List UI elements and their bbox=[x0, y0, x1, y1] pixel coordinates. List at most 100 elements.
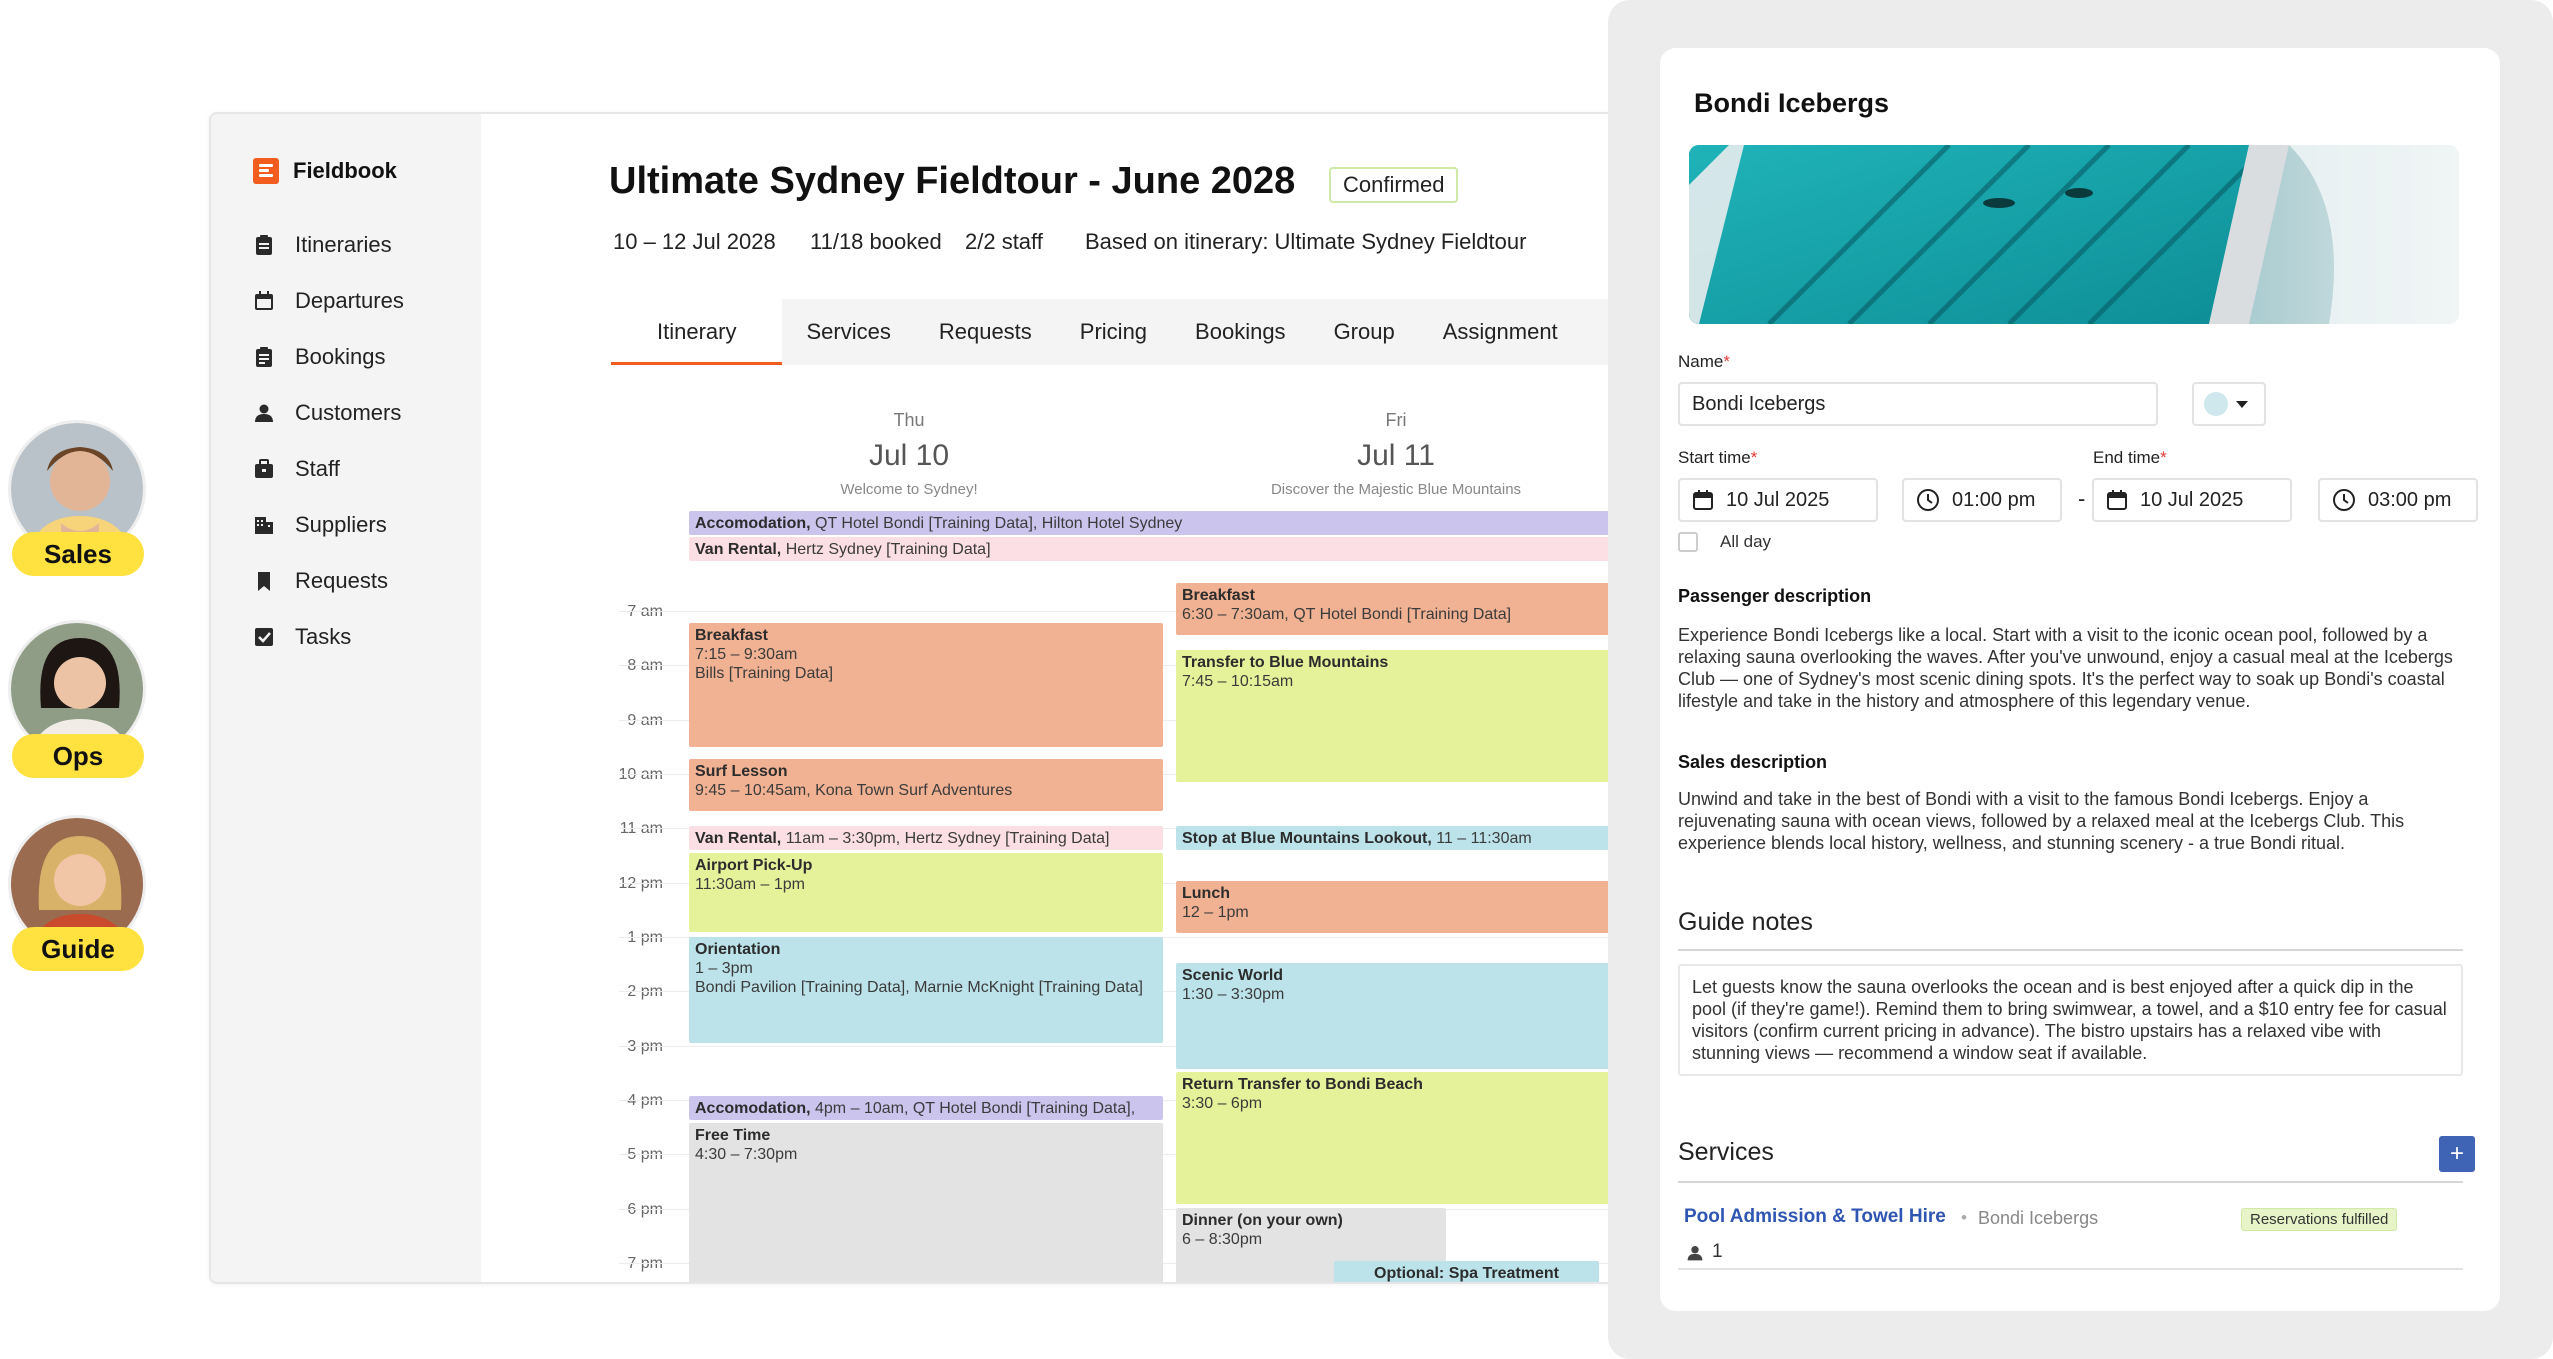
event-title: Optional: Spa Treatment bbox=[1374, 1265, 1559, 1282]
start-time-field[interactable]: 01:00 pm bbox=[1902, 478, 2062, 522]
separator-dot: • bbox=[1961, 1208, 1967, 1227]
event-title: Breakfast bbox=[1182, 587, 1255, 604]
hour-label: 5 pm bbox=[627, 1146, 663, 1163]
calendar-event[interactable]: Transfer to Blue Mountains 7:45 – 10:15am bbox=[1176, 650, 1627, 782]
calendar-event[interactable]: Return Transfer to Bondi Beach 3:30 – 6pm bbox=[1176, 1072, 1627, 1204]
sales-description-text[interactable]: Unwind and take in the best of Bondi wit… bbox=[1678, 788, 2468, 854]
calendar-icon bbox=[1693, 490, 1713, 510]
event-time: 7:15 – 9:30am bbox=[695, 646, 798, 663]
passenger-description-text[interactable]: Experience Bondi Icebergs like a local. … bbox=[1678, 624, 2468, 712]
start-date-field[interactable]: 10 Jul 2025 bbox=[1678, 478, 1878, 522]
detail-panel: Bondi Icebergs Name* Bondi Icebergs Star… bbox=[1660, 48, 2500, 1311]
label-text: Start time bbox=[1678, 448, 1751, 467]
hour-label: 9 am bbox=[627, 712, 663, 729]
event-title: Breakfast bbox=[695, 627, 768, 644]
event-time: 9:45 – 10:45am, bbox=[695, 782, 811, 799]
end-time-field[interactable]: 03:00 pm bbox=[2318, 478, 2478, 522]
hour-label: 1 pm bbox=[627, 929, 663, 946]
person-icon bbox=[1687, 1246, 1703, 1261]
event-title: Surf Lesson bbox=[695, 763, 788, 780]
event-detail: Bills [Training Data] bbox=[695, 665, 834, 682]
hour-label: 6 pm bbox=[627, 1201, 663, 1218]
calendar-event[interactable]: Scenic World 1:30 – 3:30pm bbox=[1176, 963, 1627, 1069]
hour-label: 10 am bbox=[618, 766, 663, 783]
name-label: Name* bbox=[1678, 352, 1730, 372]
calendar-event[interactable]: Stop at Blue Mountains Lookout, 11 – 11:… bbox=[1176, 826, 1627, 850]
clock-icon bbox=[1917, 489, 1939, 511]
end-date-field[interactable]: 10 Jul 2025 bbox=[2092, 478, 2292, 522]
hour-label: 12 pm bbox=[618, 875, 663, 892]
calendar-event[interactable]: Surf Lesson 9:45 – 10:45am, Kona Town Sur… bbox=[689, 759, 1163, 811]
end-date-value: 10 Jul 2025 bbox=[2140, 488, 2244, 511]
event-title: Van Rental, bbox=[695, 830, 782, 847]
divider bbox=[1678, 949, 2463, 951]
event-title: Orientation bbox=[695, 941, 781, 958]
start-time-value: 01:00 pm bbox=[1952, 488, 2036, 511]
calendar-event[interactable]: Accomodation, 4pm – 10am, QT Hotel Bondi… bbox=[689, 1096, 1163, 1120]
event-time: 1:30 – 3:30pm bbox=[1182, 986, 1285, 1003]
event-time: 1 – 3pm bbox=[695, 960, 753, 977]
event-detail: Bondi Pavilion [Training Data], Marnie M… bbox=[695, 979, 1143, 996]
hour-label: 11 am bbox=[619, 820, 663, 837]
guide-notes-field[interactable]: Let guests know the sauna overlooks the … bbox=[1678, 964, 2463, 1076]
event-time: 3:30 – 6pm bbox=[1182, 1095, 1263, 1112]
calendar-event[interactable]: Breakfast 7:15 – 9:30am Bills [Training Da… bbox=[689, 623, 1163, 747]
add-service-button[interactable]: + bbox=[2439, 1136, 2475, 1172]
chevron-down-icon bbox=[2236, 400, 2248, 408]
app-window: Fieldbook Itineraries Departures Booking… bbox=[209, 112, 1629, 1284]
event-time: 11 – 11:30am bbox=[1431, 830, 1532, 847]
color-picker[interactable] bbox=[2192, 382, 2266, 426]
all-day-label: All day bbox=[1720, 532, 1772, 551]
event-title: Dinner (on your own) bbox=[1182, 1212, 1343, 1229]
service-supplier: Bondi Icebergs bbox=[1978, 1208, 2099, 1228]
hour-label: 7 pm bbox=[627, 1255, 663, 1272]
passenger-description-heading: Passenger description bbox=[1678, 586, 1872, 606]
event-title: Return Transfer to Bondi Beach bbox=[1182, 1076, 1423, 1093]
role-ops: Ops bbox=[8, 620, 146, 780]
event-time: 4:30 – 7:30pm bbox=[695, 1146, 798, 1163]
calendar-event[interactable]: Van Rental, 11am – 3:30pm, Hertz Sydney … bbox=[689, 826, 1163, 850]
calendar-event[interactable]: Optional: Spa Treatment bbox=[1334, 1261, 1599, 1282]
role-badge: Ops bbox=[12, 734, 144, 778]
label-text: Name bbox=[1678, 352, 1724, 371]
panel-title: Bondi Icebergs bbox=[1694, 88, 1890, 118]
event-title: Lunch bbox=[1182, 885, 1230, 902]
required-marker: * bbox=[1750, 448, 1758, 467]
service-pax-count: 1 bbox=[1712, 1241, 1723, 1262]
all-day-checkbox[interactable] bbox=[1678, 532, 1698, 552]
service-row[interactable]: Pool Admission & Towel Hire • Bondi Iceb… bbox=[1678, 1198, 2463, 1270]
calendar-icon bbox=[2107, 490, 2127, 510]
event-title: Accomodation, bbox=[695, 1100, 811, 1117]
event-time: 6 – 8:30pm bbox=[1182, 1231, 1263, 1248]
event-time: 11:30am – 1pm bbox=[695, 876, 805, 893]
event-time: 12 – 1pm bbox=[1182, 904, 1249, 921]
calendar-event[interactable]: Breakfast 6:30 – 7:30am, QT Hotel Bondi [… bbox=[1176, 583, 1627, 635]
required-marker: * bbox=[2160, 448, 2167, 467]
calendar-event[interactable]: Airport Pick-Up 11:30am – 1pm bbox=[689, 853, 1163, 932]
event-title: Scenic World bbox=[1182, 967, 1284, 984]
end-time-value: 03:00 pm bbox=[2368, 488, 2452, 511]
venue-image bbox=[1689, 145, 2459, 324]
service-name-link[interactable]: Pool Admission & Towel Hire bbox=[1684, 1206, 1946, 1228]
event-title: Stop at Blue Mountains Lookout, bbox=[1182, 830, 1432, 847]
calendar-event[interactable]: Free Time 4:30 – 7:30pm bbox=[689, 1123, 1163, 1282]
hour-label: 7 am bbox=[627, 603, 663, 620]
event-title: Airport Pick-Up bbox=[695, 857, 813, 874]
event-time: 6:30 – 7:30am, bbox=[1182, 606, 1289, 623]
calendar-event[interactable]: Orientation 1 – 3pm Bondi Pavilion [Traini… bbox=[689, 937, 1163, 1043]
name-field[interactable]: Bondi Icebergs bbox=[1678, 382, 2158, 426]
calendar-event[interactable]: Lunch 12 – 1pm bbox=[1176, 881, 1627, 933]
guide-notes-heading: Guide notes bbox=[1678, 908, 1813, 936]
hour-label: 8 am bbox=[627, 657, 663, 674]
sales-description-heading: Sales description bbox=[1678, 752, 1828, 772]
event-title: Free Time bbox=[695, 1127, 771, 1144]
event-title: Transfer to Blue Mountains bbox=[1182, 654, 1389, 671]
event-time: 11am – 3:30pm, bbox=[781, 830, 901, 847]
label-text: End time bbox=[2093, 448, 2161, 467]
name-value: Bondi Icebergs bbox=[1692, 392, 1826, 415]
time-separator: - bbox=[2078, 486, 2086, 511]
guide-notes-text: Let guests know the sauna overlooks the … bbox=[1692, 977, 2447, 1063]
event-detail: QT Hotel Bondi [Training Data] bbox=[1288, 606, 1512, 623]
event-time: 7:45 – 10:15am bbox=[1182, 673, 1294, 690]
hour-label: 4 pm bbox=[627, 1092, 663, 1109]
